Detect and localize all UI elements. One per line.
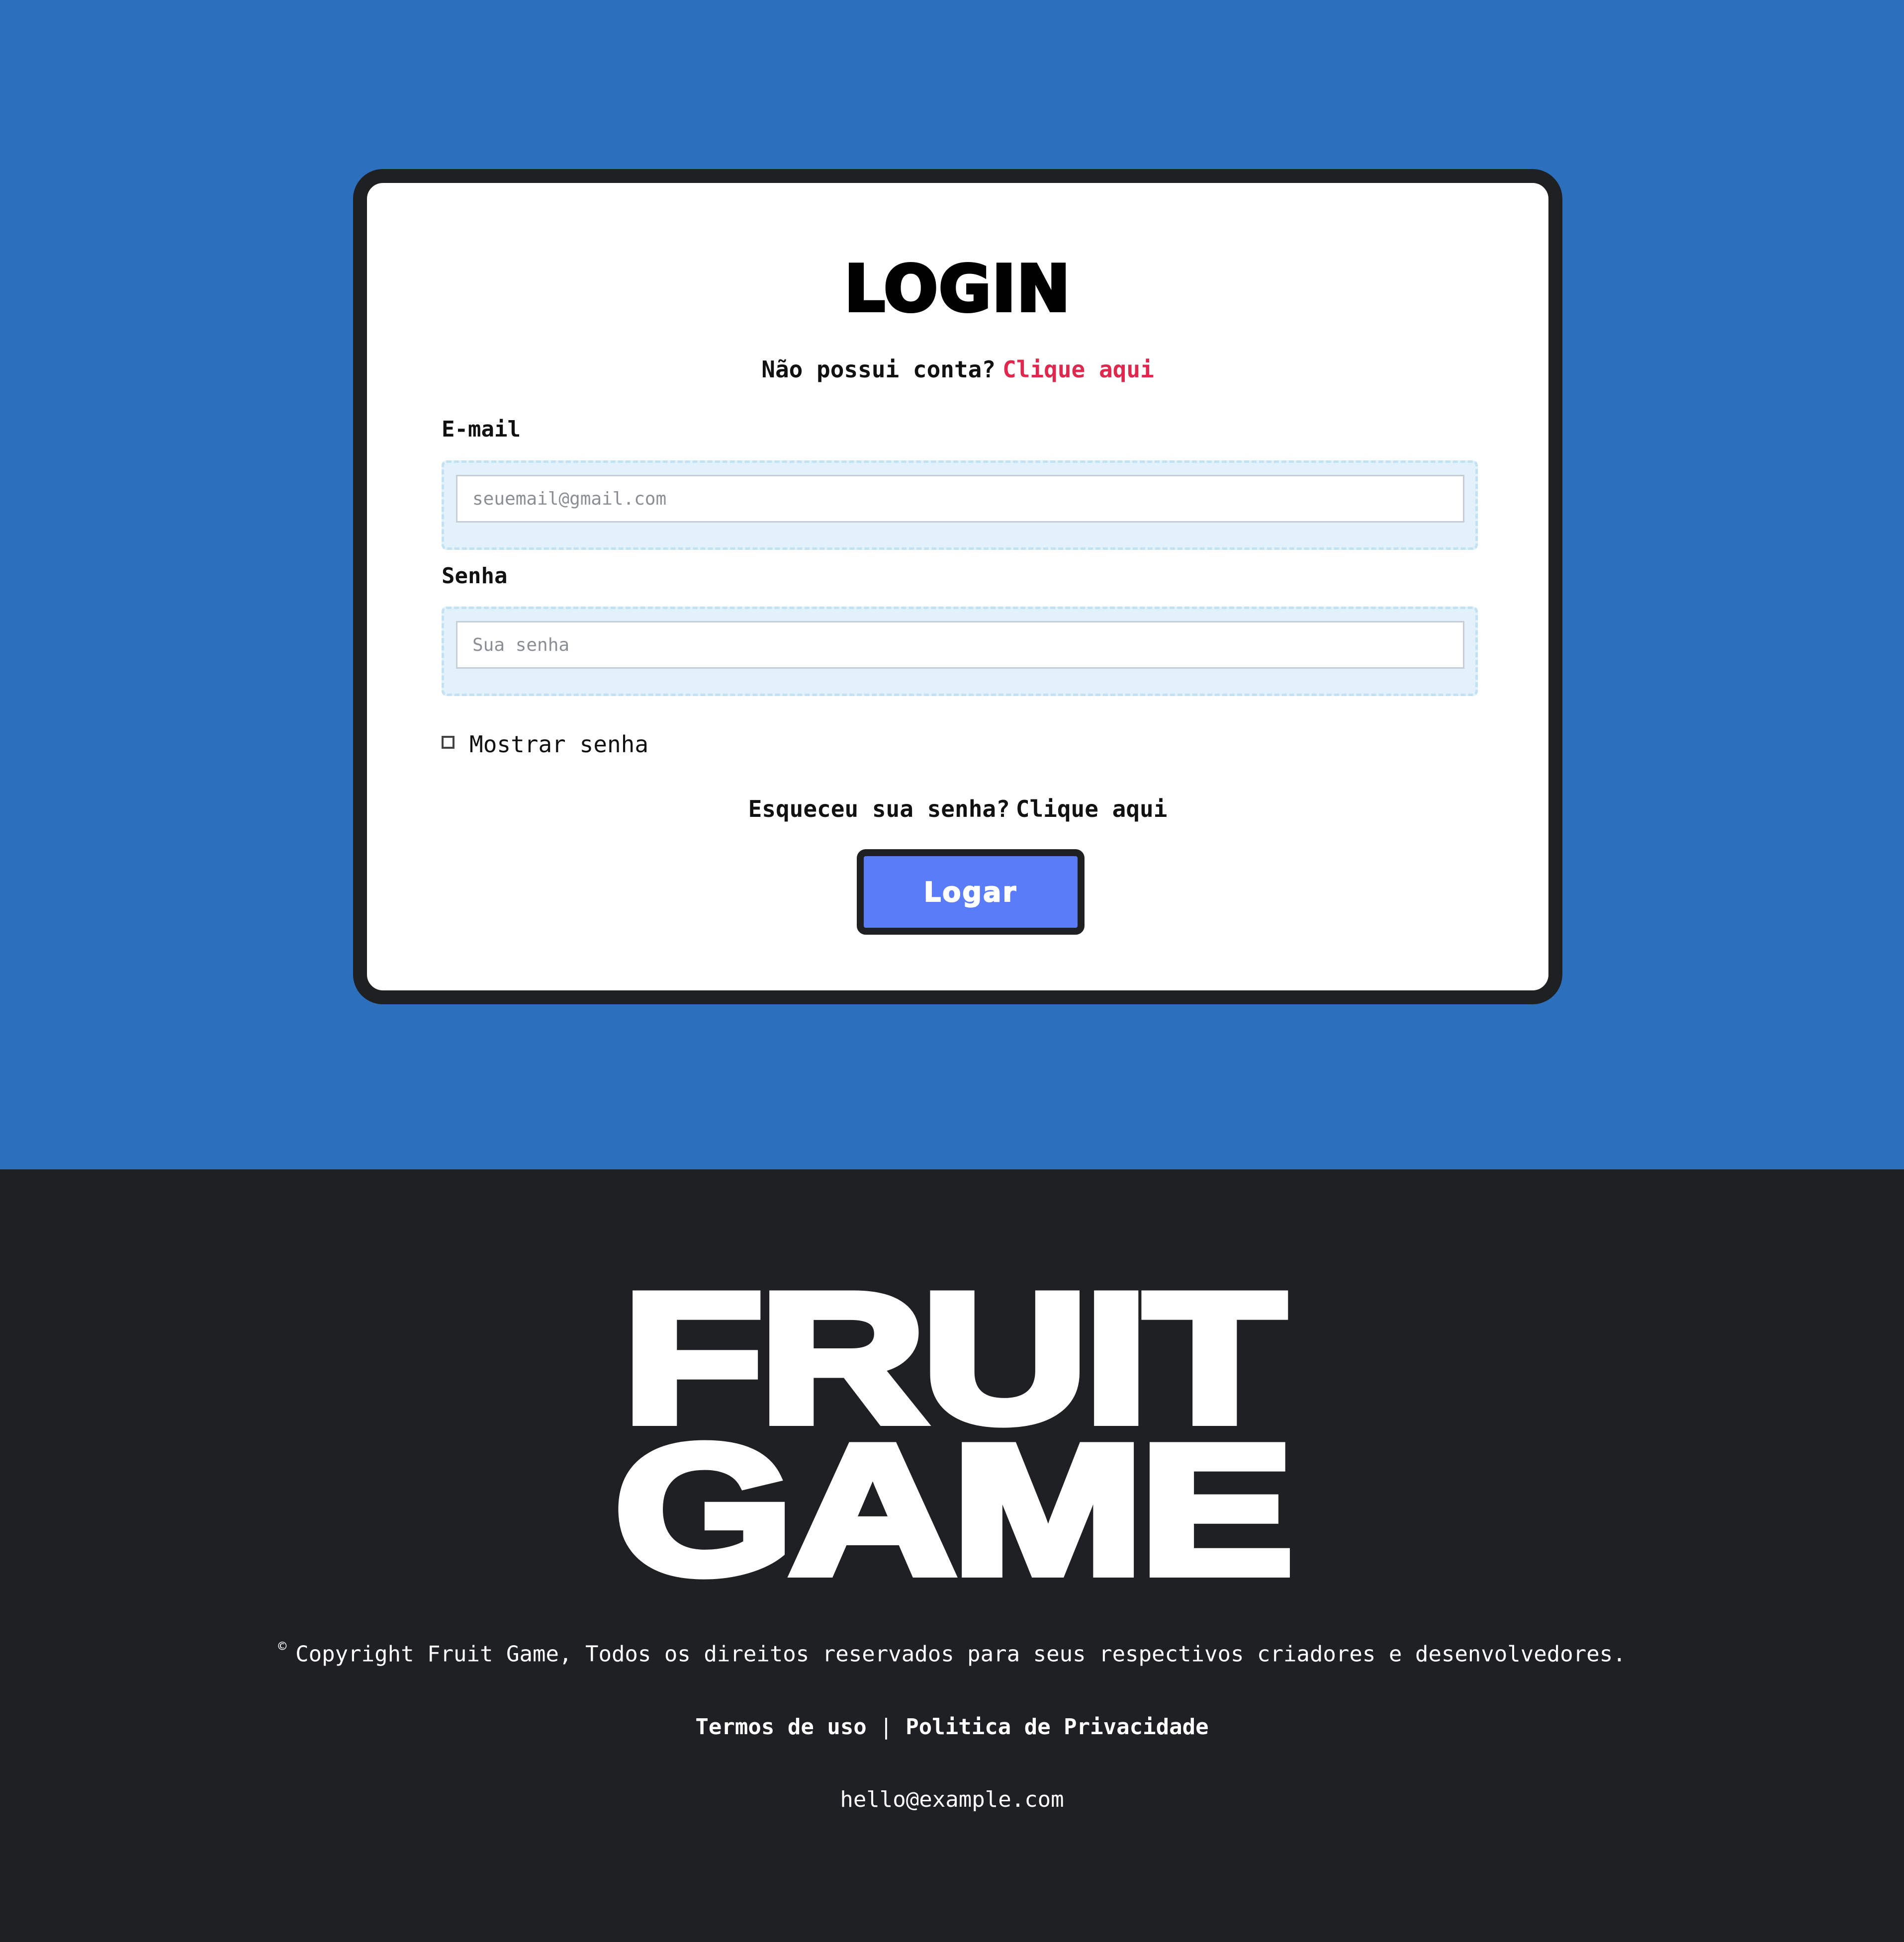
login-title: LOGIN — [843, 252, 1072, 326]
brand-logo-line2: GAME — [609, 1407, 1299, 1612]
forgot-password-link[interactable]: Clique aqui — [1016, 795, 1168, 822]
privacy-link[interactable]: Politica de Privacidade — [906, 1714, 1208, 1740]
email-label: E-mail — [442, 417, 521, 442]
password-field-wrapper — [442, 607, 1478, 696]
login-card: LOGIN Não possui conta? Clique aqui E-mai… — [353, 169, 1562, 1004]
forgot-password-text: Esqueceu sua senha? — [748, 795, 1010, 822]
copyright-text: Copyright Fruit Game, Todos os direitos … — [295, 1641, 1626, 1667]
hero-section: LOGIN Não possui conta? Clique aqui E-mai… — [0, 0, 1904, 1169]
footer: FRUIT GAME © Copyright Fruit Game, Todos … — [0, 1169, 1904, 1942]
email-field-wrapper — [442, 460, 1478, 550]
copyright-notice: © Copyright Fruit Game, Todos os direitos… — [0, 1638, 1904, 1667]
no-account-text: Não possui conta? — [761, 356, 996, 383]
show-password-toggle[interactable]: Mostrar senha — [442, 731, 648, 758]
legal-separator: | — [879, 1714, 893, 1740]
legal-links: Termos de uso | Politica de Privacidade — [0, 1714, 1904, 1740]
show-password-label: Mostrar senha — [469, 731, 649, 758]
password-input[interactable] — [456, 621, 1464, 669]
password-label: Senha — [442, 563, 508, 589]
email-input[interactable] — [456, 475, 1464, 523]
signup-link[interactable]: Clique aqui — [1002, 356, 1154, 383]
login-button[interactable]: Logar — [857, 849, 1085, 935]
signup-prompt: Não possui conta? Clique aqui — [367, 356, 1548, 383]
forgot-password-prompt: Esqueceu sua senha? Clique aqui — [367, 795, 1548, 822]
show-password-checkbox[interactable] — [442, 736, 454, 749]
copyright-symbol: © — [278, 1638, 287, 1654]
page: LOGIN Não possui conta? Clique aqui E-mai… — [0, 0, 1904, 1942]
contact-email[interactable]: hello@example.com — [0, 1787, 1904, 1812]
terms-link[interactable]: Termos de uso — [695, 1714, 866, 1740]
